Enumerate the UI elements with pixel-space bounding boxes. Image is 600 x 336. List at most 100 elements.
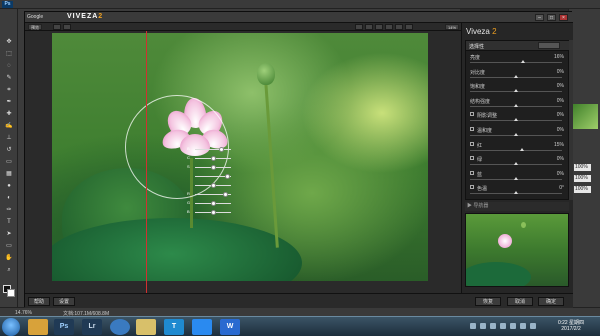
tray-icon[interactable] bbox=[510, 323, 516, 329]
quick-select-tool-icon[interactable]: ✎ bbox=[4, 75, 14, 82]
adjustment-slider[interactable]: 色温 0° bbox=[466, 184, 570, 196]
edit-app-icon[interactable] bbox=[192, 319, 212, 335]
dodge-tool-icon[interactable]: ◐ bbox=[4, 195, 14, 202]
panel-scrollbar[interactable] bbox=[569, 40, 573, 200]
control-point-slider[interactable]: G bbox=[187, 200, 235, 206]
start-button[interactable] bbox=[2, 318, 20, 336]
tray-icon[interactable] bbox=[500, 323, 506, 329]
stamp-tool-icon[interactable]: ⊥ bbox=[4, 135, 14, 142]
close-button[interactable]: × bbox=[559, 14, 568, 21]
history-brush-icon[interactable]: ↺ bbox=[4, 147, 14, 154]
adjustment-slider[interactable]: 温和度 0% bbox=[466, 126, 570, 138]
cancel-button[interactable]: 取消 bbox=[507, 297, 533, 306]
crop-tool-icon[interactable]: ⌗ bbox=[4, 87, 14, 94]
layer-thumbnail[interactable] bbox=[572, 104, 598, 129]
slider-track[interactable] bbox=[470, 62, 562, 63]
slider-thumb[interactable] bbox=[514, 133, 518, 136]
eraser-tool-icon[interactable]: ▭ bbox=[4, 159, 14, 166]
ok-button[interactable]: 确定 bbox=[538, 297, 564, 306]
adjustment-slider[interactable]: 蓝 0% bbox=[466, 170, 570, 182]
zoom-out-icon[interactable] bbox=[355, 24, 363, 30]
adjustment-slider[interactable]: 结构强度 0% bbox=[466, 97, 570, 109]
slider-thumb[interactable] bbox=[514, 176, 518, 180]
fill-field[interactable]: 100% bbox=[574, 175, 591, 182]
navigator-preview[interactable] bbox=[465, 213, 569, 287]
type-tool-icon[interactable]: T bbox=[4, 219, 14, 226]
slider-thumb[interactable] bbox=[514, 118, 518, 122]
control-point-sliders[interactable]: B C S R G B bbox=[187, 146, 235, 219]
enable-checkbox[interactable] bbox=[470, 156, 474, 161]
slider-thumb[interactable] bbox=[514, 89, 518, 93]
healing-tool-icon[interactable]: ✚ bbox=[4, 111, 14, 118]
marquee-tool-icon[interactable]: ⬚ bbox=[4, 51, 14, 58]
type-app-icon[interactable]: T bbox=[164, 319, 184, 335]
help-button[interactable]: 帮助 bbox=[28, 297, 50, 306]
control-point-slider[interactable]: S bbox=[187, 164, 235, 170]
background-color-swatch[interactable] bbox=[7, 289, 15, 297]
slider-thumb[interactable] bbox=[520, 147, 525, 151]
background-color-icon-2[interactable] bbox=[405, 24, 413, 30]
background-color-icon[interactable] bbox=[395, 24, 403, 30]
slider-thumb[interactable] bbox=[514, 103, 518, 107]
lightroom-app-icon[interactable]: Lr bbox=[82, 319, 102, 335]
enable-checkbox[interactable] bbox=[470, 170, 474, 175]
tray-icon[interactable] bbox=[490, 323, 496, 329]
zoom-percentage[interactable]: 14% bbox=[445, 24, 460, 30]
slider-track[interactable] bbox=[470, 149, 562, 151]
viveza-canvas[interactable]: B C S R G B bbox=[25, 31, 461, 293]
split-view-icon[interactable] bbox=[63, 24, 71, 30]
photoshop-app-icon[interactable]: Ps bbox=[54, 319, 74, 335]
system-clock[interactable]: 0:22 星期四 2017/2/2 bbox=[548, 320, 594, 332]
lotus-photo[interactable] bbox=[52, 33, 428, 281]
control-point-slider[interactable]: C bbox=[187, 155, 235, 161]
preview-button[interactable]: 预览 bbox=[28, 24, 42, 30]
lasso-tool-icon[interactable]: ◌ bbox=[4, 63, 14, 70]
enable-checkbox[interactable] bbox=[470, 185, 474, 190]
blur-tool-icon[interactable]: ● bbox=[4, 183, 14, 190]
split-guide-line[interactable] bbox=[146, 31, 147, 293]
folder-app-icon[interactable] bbox=[136, 319, 156, 335]
tray-icon[interactable] bbox=[470, 323, 476, 329]
explorer-app-icon[interactable] bbox=[28, 319, 48, 335]
adjustment-slider[interactable]: 亮度 16% bbox=[466, 53, 570, 65]
gradient-tool-icon[interactable]: ▦ bbox=[4, 171, 14, 178]
shape-tool-icon[interactable]: ▭ bbox=[4, 243, 14, 250]
adjustment-slider[interactable]: 阴影调整 0% bbox=[466, 111, 570, 123]
slider-thumb[interactable] bbox=[514, 162, 518, 166]
reset-button[interactable]: 恢复 bbox=[475, 297, 501, 306]
navigator-header[interactable]: ▶ 导航器 bbox=[465, 202, 569, 211]
control-point-slider[interactable]: B bbox=[187, 209, 235, 215]
zoom-in-icon[interactable] bbox=[365, 24, 373, 30]
enable-checkbox[interactable] bbox=[470, 127, 474, 131]
tray-icon[interactable] bbox=[520, 323, 526, 329]
eyedropper-tool-icon[interactable]: ✒ bbox=[4, 99, 14, 106]
slider-thumb[interactable] bbox=[514, 191, 518, 195]
hand-icon[interactable] bbox=[385, 24, 393, 30]
path-select-icon[interactable]: ➤ bbox=[4, 231, 14, 238]
section-header[interactable]: 选择性 bbox=[466, 41, 570, 51]
brush-tool-icon[interactable]: ✍ bbox=[4, 123, 14, 130]
pen-tool-icon[interactable]: ✑ bbox=[4, 207, 14, 214]
enable-checkbox[interactable] bbox=[470, 112, 474, 117]
flow-field[interactable]: 100% bbox=[574, 186, 591, 193]
zoom-tool-icon[interactable]: ⌕ bbox=[4, 267, 14, 274]
slider-thumb[interactable] bbox=[514, 74, 518, 78]
move-tool-icon[interactable]: ✥ bbox=[4, 39, 14, 46]
adjustment-slider[interactable]: 红 15% bbox=[466, 141, 570, 153]
hand-tool-icon[interactable]: ✋ bbox=[4, 255, 14, 262]
adjustment-slider[interactable]: 对比度 0% bbox=[466, 68, 570, 80]
settings-button[interactable]: 设置 bbox=[53, 297, 75, 306]
control-point-slider[interactable] bbox=[195, 183, 235, 188]
fit-icon[interactable] bbox=[375, 24, 383, 30]
compare-icon[interactable] bbox=[53, 24, 61, 30]
sogou-app-icon[interactable] bbox=[110, 319, 130, 335]
tray-icon[interactable] bbox=[480, 323, 486, 329]
control-point-slider[interactable]: B bbox=[187, 146, 235, 152]
section-options-button[interactable] bbox=[538, 42, 560, 49]
opacity-field[interactable]: 100% bbox=[574, 164, 591, 171]
minimize-button[interactable]: – bbox=[535, 14, 544, 21]
enable-checkbox[interactable] bbox=[470, 141, 474, 146]
tray-icon[interactable] bbox=[530, 323, 536, 329]
control-point-slider[interactable]: R bbox=[187, 191, 235, 197]
word-app-icon[interactable]: W bbox=[220, 319, 240, 335]
